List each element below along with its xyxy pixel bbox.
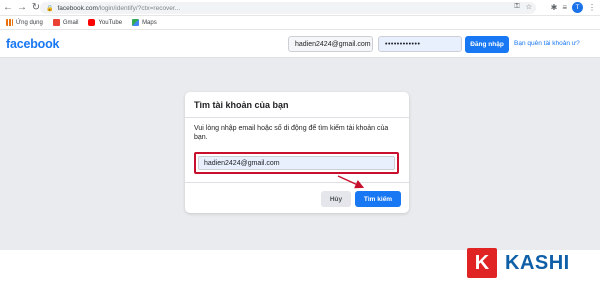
divider xyxy=(185,117,409,118)
pointer-arrow-icon xyxy=(337,175,365,189)
reading-list-icon[interactable]: ≡ xyxy=(562,3,567,12)
cancel-button[interactable]: Hủy xyxy=(321,191,351,207)
url-path: /login/identify/?ctx=recover... xyxy=(97,4,181,12)
bookmark-youtube[interactable]: YouTube xyxy=(88,19,122,26)
url-host: facebook.com xyxy=(57,4,98,12)
bookmark-maps[interactable]: Maps xyxy=(132,19,157,26)
lock-icon: 🔒 xyxy=(46,5,54,12)
bookmarks-bar: Ứng dụng Gmail YouTube Maps xyxy=(0,16,600,30)
forward-icon[interactable]: → xyxy=(16,0,28,16)
kashi-watermark: K KASHI xyxy=(467,248,570,278)
forgot-account-link[interactable]: Bạn quên tài khoản ư? xyxy=(514,40,580,47)
highlight-box: hadien2424@gmail.com xyxy=(194,152,399,174)
kashi-logo-text: KASHI xyxy=(505,251,570,274)
apps-grid-icon xyxy=(6,19,13,26)
bookmark-label: YouTube xyxy=(98,19,123,26)
dialog-title: Tìm tài khoản của bạn xyxy=(194,100,289,110)
bookmark-label: Ứng dụng xyxy=(16,19,43,26)
youtube-icon xyxy=(88,19,96,26)
star-icon[interactable]: ☆ xyxy=(526,3,532,11)
bookmark-label: Maps xyxy=(142,19,157,26)
avatar[interactable]: T xyxy=(572,2,583,13)
login-button[interactable]: Đăng nhập xyxy=(465,36,509,53)
divider xyxy=(185,182,409,183)
dialog-description: Vui lòng nhập email hoặc số di động để t… xyxy=(194,125,389,141)
address-bar[interactable]: 🔒 facebook.com/login/identify/?ctx=recov… xyxy=(40,2,536,14)
extensions-icon[interactable]: ✱ xyxy=(551,3,558,12)
find-account-dialog: Tìm tài khoản của bạn Vui lòng nhập emai… xyxy=(185,92,409,213)
key-icon[interactable]: ⚿ xyxy=(514,3,519,11)
header-email-field[interactable]: hadien2424@gmail.com xyxy=(288,36,373,52)
maps-icon xyxy=(132,19,140,26)
facebook-logo[interactable]: facebook xyxy=(6,37,59,51)
header-password-field[interactable]: •••••••••••• xyxy=(378,36,462,52)
bookmark-apps[interactable]: Ứng dụng xyxy=(6,19,43,26)
email-or-phone-input[interactable]: hadien2424@gmail.com xyxy=(198,156,395,170)
search-button[interactable]: Tìm kiếm xyxy=(355,191,401,207)
bookmark-label: Gmail xyxy=(62,19,79,26)
browser-toolbar: ← → ↻ 🔒 facebook.com/login/identify/?ctx… xyxy=(0,0,600,16)
gmail-icon xyxy=(52,19,60,26)
menu-icon[interactable]: ⋮ xyxy=(588,3,596,12)
kashi-logo-mark: K xyxy=(467,248,497,278)
facebook-header: facebook hadien2424@gmail.com ••••••••••… xyxy=(0,30,600,58)
back-icon[interactable]: ← xyxy=(2,0,14,16)
bookmark-gmail[interactable]: Gmail xyxy=(52,19,79,26)
